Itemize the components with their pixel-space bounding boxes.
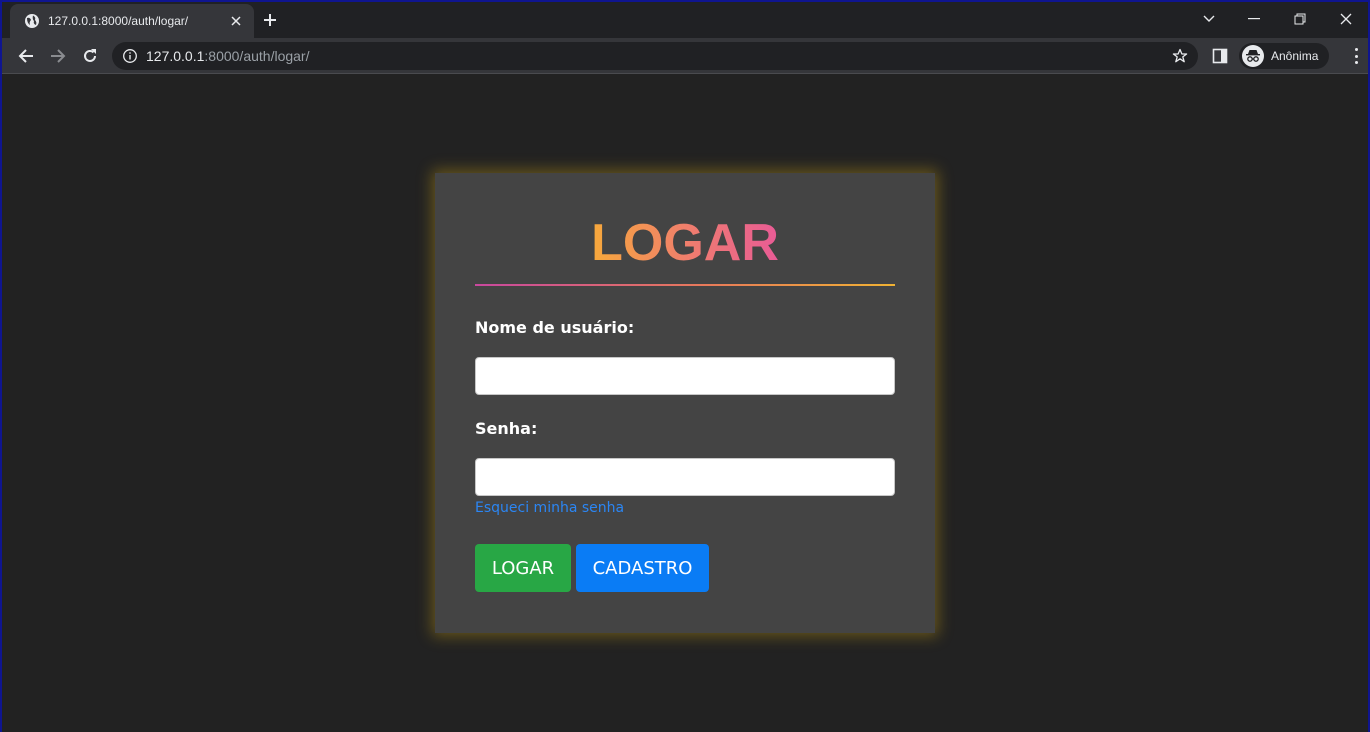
browser-tab-strip: 127.0.0.1:8000/auth/logar/ — [2, 2, 1368, 38]
tab-close-icon[interactable] — [228, 13, 244, 29]
back-arrow-icon[interactable] — [16, 46, 36, 66]
browser-tab[interactable]: 127.0.0.1:8000/auth/logar/ — [10, 4, 254, 38]
password-label: Senha: — [475, 419, 538, 438]
register-button[interactable]: CADASTRO — [576, 544, 709, 592]
password-input[interactable] — [475, 458, 895, 496]
page-title: LOGAR — [435, 213, 935, 273]
forward-arrow-icon[interactable] — [48, 46, 68, 66]
address-url: 127.0.0.1:8000/auth/logar/ — [146, 48, 309, 64]
incognito-icon — [1242, 45, 1264, 67]
username-label: Nome de usuário: — [475, 318, 635, 337]
url-host: 127.0.0.1 — [146, 48, 205, 64]
globe-icon — [25, 14, 39, 28]
new-tab-icon[interactable] — [262, 12, 278, 28]
close-window-icon[interactable] — [1336, 10, 1356, 28]
username-input[interactable] — [475, 357, 895, 395]
title-divider — [475, 284, 895, 286]
login-card: LOGAR Nome de usuário: Senha: Esqueci mi… — [435, 173, 935, 633]
kebab-menu-icon[interactable] — [1348, 48, 1364, 64]
forgot-password-link[interactable]: Esqueci minha senha — [475, 500, 624, 516]
tab-title: 127.0.0.1:8000/auth/logar/ — [48, 14, 189, 28]
minimize-icon[interactable] — [1244, 10, 1264, 28]
incognito-profile-button[interactable]: Anônima — [1239, 43, 1329, 69]
address-bar[interactable]: 127.0.0.1:8000/auth/logar/ — [112, 42, 1198, 70]
side-panel-icon[interactable] — [1212, 48, 1228, 64]
url-path: :8000/auth/logar/ — [204, 48, 310, 64]
restore-icon[interactable] — [1290, 10, 1310, 28]
browser-toolbar: 127.0.0.1:8000/auth/logar/ Anônima — [2, 38, 1368, 74]
info-icon[interactable] — [122, 48, 138, 64]
page-title-text: LOGAR — [591, 214, 779, 272]
profile-label: Anônima — [1271, 49, 1319, 63]
page-viewport: LOGAR Nome de usuário: Senha: Esqueci mi… — [2, 75, 1368, 732]
reload-icon[interactable] — [80, 46, 100, 66]
star-icon[interactable] — [1172, 48, 1188, 64]
tab-search-icon[interactable] — [1199, 10, 1219, 28]
login-button[interactable]: LOGAR — [475, 544, 571, 592]
